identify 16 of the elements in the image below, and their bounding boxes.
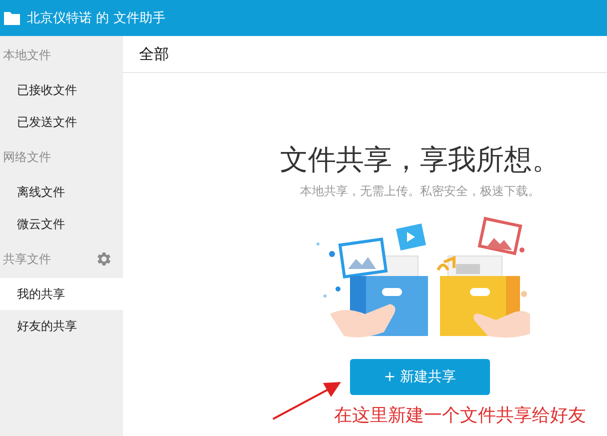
sidebar-item[interactable]: 离线文件	[0, 176, 123, 208]
window-title: 北京仪特诺 的 文件助手	[27, 10, 166, 27]
sidebar-item[interactable]: 好友的共享	[0, 310, 123, 342]
sidebar-item[interactable]: 我的共享	[0, 278, 123, 310]
section-title: 全部	[139, 44, 169, 64]
sidebar-item[interactable]: 已接收文件	[0, 74, 123, 106]
settings-icon[interactable]	[95, 250, 113, 268]
annotation-text: 在这里新建一个文件共享给好友	[334, 404, 586, 427]
section-header: 本地文件	[3, 46, 51, 64]
folder-icon	[4, 12, 20, 24]
headline: 文件共享，享我所想。	[280, 142, 560, 178]
section-header: 网络文件	[3, 148, 51, 166]
sidebar-item[interactable]: 微云文件	[0, 208, 123, 240]
subtitle: 本地共享，无需上传。私密安全，极速下载。	[300, 183, 540, 200]
section-header: 共享文件	[3, 250, 51, 268]
sidebar-item[interactable]: 已发送文件	[0, 106, 123, 138]
